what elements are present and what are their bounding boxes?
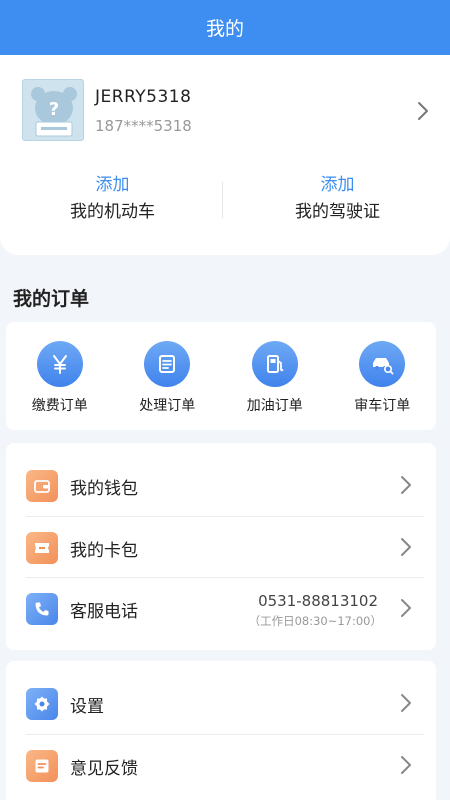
card-icon <box>26 532 58 564</box>
fuel-pump-icon <box>251 341 298 387</box>
order-payment-label: 缴费订单 <box>31 398 88 414</box>
username: JERRY5318 <box>95 87 192 107</box>
yen-icon <box>36 341 83 387</box>
add-vehicle-label: 我的机动车 <box>70 202 155 222</box>
menu-item-wallet[interactable]: 我的钱包 <box>6 455 436 517</box>
chevron-right-icon[interactable] <box>416 100 430 122</box>
order-inspection-label: 审车订单 <box>354 398 411 414</box>
avatar[interactable]: ? <box>22 79 84 141</box>
hotline-number[interactable]: 0531-88813102 <box>258 592 378 610</box>
wallet-icon <box>26 470 58 502</box>
menu-item-cards[interactable]: 我的卡包 <box>6 517 436 579</box>
chevron-right-icon <box>401 476 411 494</box>
document-icon <box>144 341 191 387</box>
add-license-link[interactable]: 添加 <box>225 173 450 197</box>
page-title: 我的 <box>205 18 244 40</box>
add-vehicle-link[interactable]: 添加 <box>0 173 225 197</box>
svg-text:?: ? <box>49 99 59 120</box>
hotline-hours: （工作日08:30~17:00） <box>248 614 382 628</box>
chevron-right-icon <box>401 538 411 556</box>
order-processing-label: 处理订单 <box>139 398 196 414</box>
menu-item-settings-label: 设置 <box>70 697 104 717</box>
profile-card: ? JERRY5318 187****5318 添加 我的机动车 添加 我的驾驶… <box>0 55 450 255</box>
order-processing[interactable]: 处理订单 <box>114 322 222 430</box>
car-inspection-icon <box>359 341 406 387</box>
menu-item-hotline[interactable]: 客服电话 0531-88813102 （工作日08:30~17:00） <box>6 578 436 640</box>
chevron-right-icon <box>401 599 411 617</box>
menu-item-hotline-label: 客服电话 <box>70 602 138 622</box>
menu-item-wallet-label: 我的钱包 <box>70 479 138 499</box>
phone-icon <box>26 593 58 625</box>
order-inspection[interactable]: 审车订单 <box>329 322 437 430</box>
menu-item-settings[interactable]: 设置 <box>6 673 436 735</box>
bear-placeholder-icon: ? <box>31 87 77 137</box>
chevron-right-icon <box>401 694 411 712</box>
add-vehicle[interactable]: 添加 我的机动车 <box>0 173 225 225</box>
add-license[interactable]: 添加 我的驾驶证 <box>225 173 450 225</box>
add-license-label: 我的驾驶证 <box>295 202 380 222</box>
menu-item-feedback[interactable]: 意见反馈 <box>6 735 436 797</box>
app-header: 我的 <box>0 0 450 55</box>
phone-number: 187****5318 <box>95 117 192 135</box>
menu-card-account: 我的钱包 我的卡包 客服电话 0531-88813102 （工作日08:30~1… <box>6 443 436 650</box>
orders-section-title: 我的订单 <box>13 288 90 310</box>
chevron-right-icon <box>401 756 411 774</box>
order-payment[interactable]: 缴费订单 <box>6 322 114 430</box>
order-fuel[interactable]: 加油订单 <box>221 322 329 430</box>
settings-icon <box>26 688 58 720</box>
feedback-icon <box>26 750 58 782</box>
menu-card-system: 设置 意见反馈 <box>6 661 436 800</box>
divider <box>222 182 223 218</box>
orders-card: 缴费订单 处理订单 加油订单 审车订单 <box>6 322 436 430</box>
menu-item-feedback-label: 意见反馈 <box>70 759 138 779</box>
menu-item-cards-label: 我的卡包 <box>70 541 138 561</box>
order-fuel-label: 加油订单 <box>246 398 303 414</box>
